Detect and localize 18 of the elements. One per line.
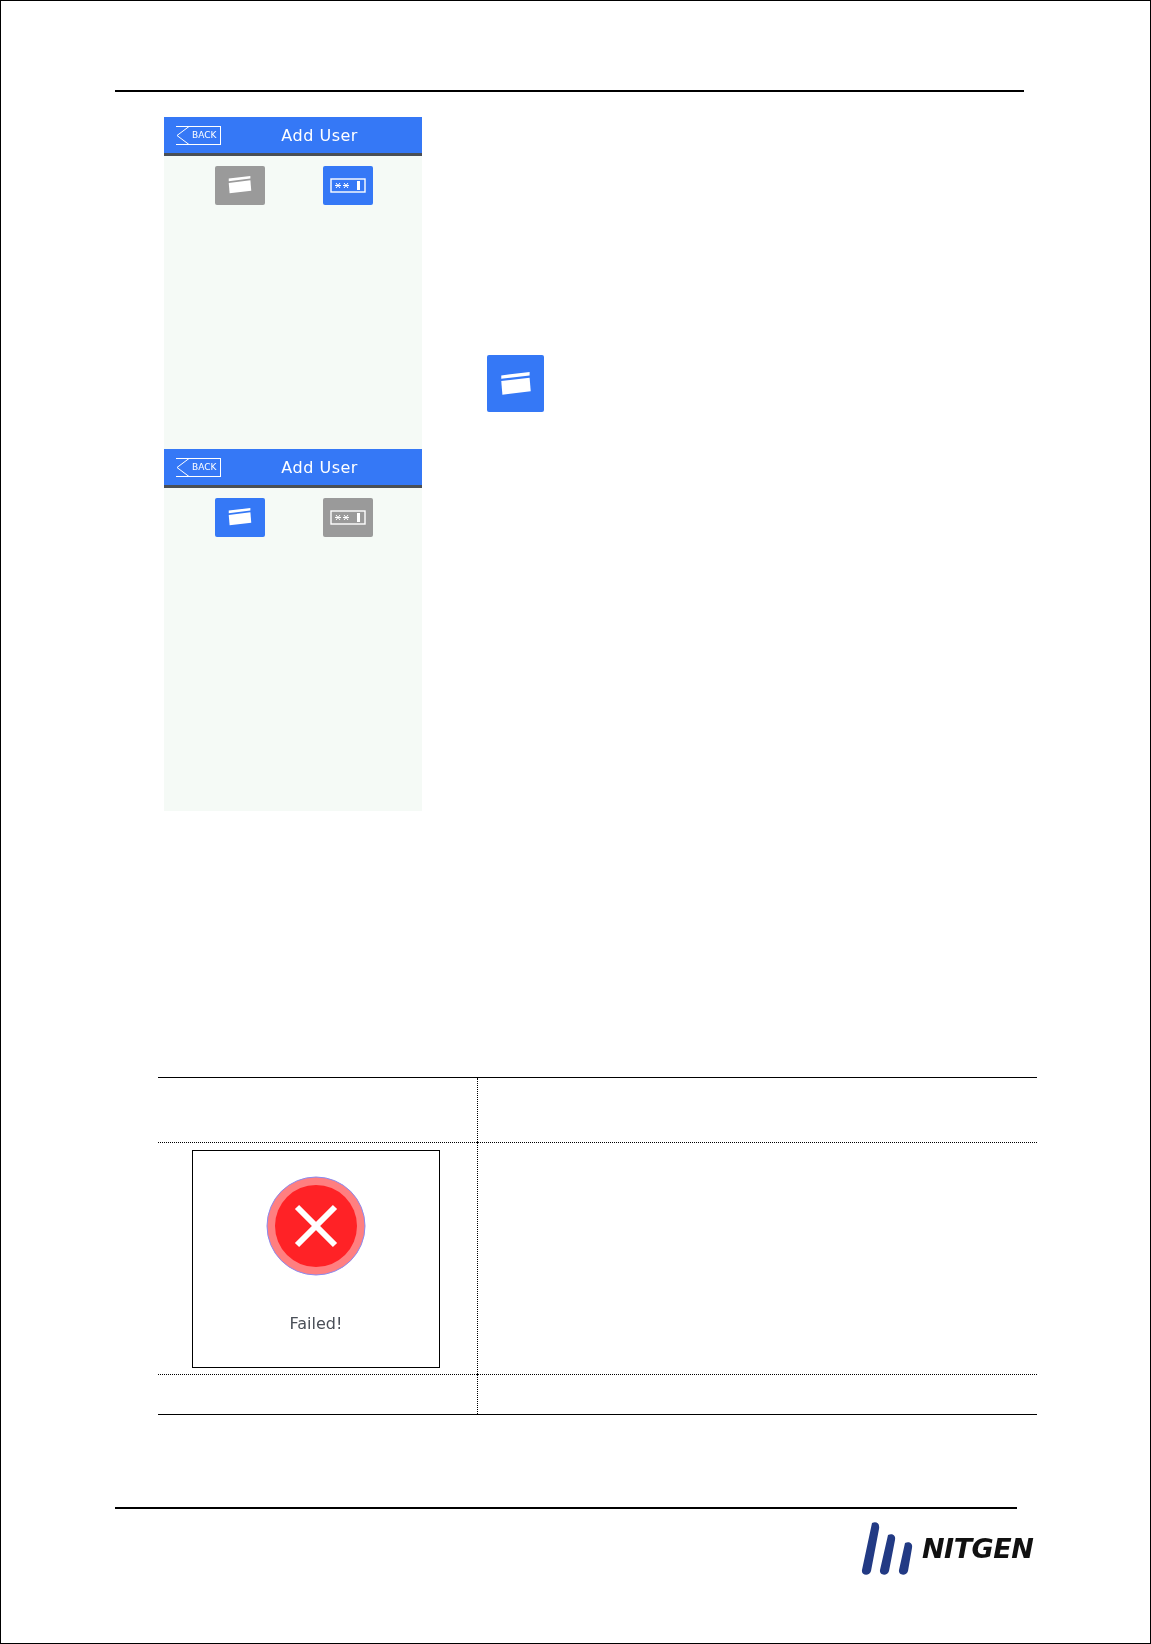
password-icon <box>330 178 366 193</box>
card-icon <box>227 176 253 195</box>
chevron-icon <box>176 125 190 145</box>
back-button[interactable]: BACK <box>176 125 222 145</box>
chevron-icon <box>176 457 190 477</box>
screen-title: Add User <box>281 457 358 477</box>
card-icon <box>227 508 253 527</box>
error-icon <box>266 1175 366 1276</box>
back-button[interactable]: BACK <box>176 457 222 477</box>
password-icon <box>330 510 366 525</box>
screen-title: Add User <box>281 125 358 145</box>
password-mode-button[interactable] <box>323 166 373 205</box>
card-mode-button[interactable] <box>215 498 265 537</box>
failed-message: Failed! <box>289 1313 343 1333</box>
card-icon <box>498 371 533 396</box>
password-mode-button[interactable] <box>323 498 373 537</box>
logo-text: NITGEN <box>922 1533 1034 1564</box>
card-mode-button[interactable] <box>215 166 265 205</box>
